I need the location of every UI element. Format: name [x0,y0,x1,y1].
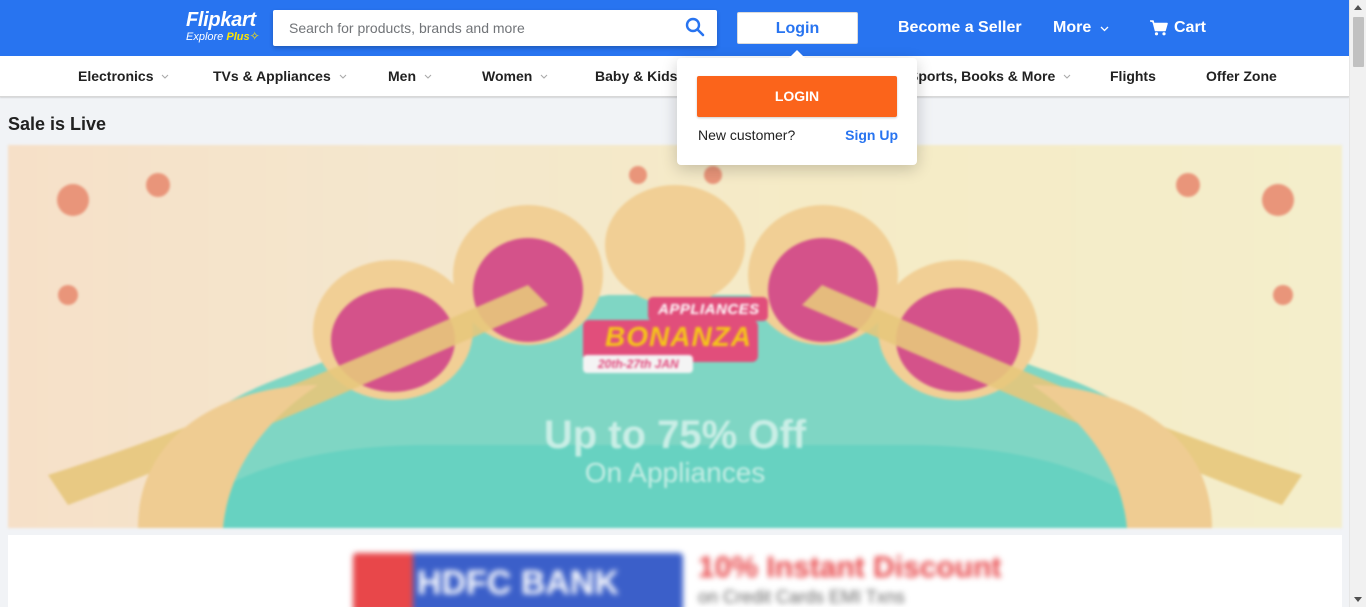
bank-offer-subtext: on Credit Cards EMI Txns [698,587,905,607]
cart-label: Cart [1174,19,1207,36]
chevron-down-icon [424,74,432,79]
bank-logo: HDFC BANK [353,553,683,607]
nav-label: Men [388,68,416,84]
login-dropdown: LOGIN New customer? Sign Up [677,50,917,165]
cart-link[interactable]: Cart [1150,18,1206,38]
chevron-down-icon [1100,18,1109,38]
become-seller-link[interactable]: Become a Seller [898,18,1022,38]
signup-link[interactable]: Sign Up [845,127,898,143]
login-button[interactable]: Login [737,12,858,44]
nav-item-offer-zone[interactable]: Offer Zone [1206,68,1277,84]
nav-label: TVs & Appliances [213,68,331,84]
nav-item-electronics[interactable]: Electronics [78,68,169,84]
logo-subtext: Explore Plus✧ [186,30,260,44]
chevron-down-icon [162,74,169,79]
nav-item-tvs-appliances[interactable]: TVs & Appliances [213,68,347,84]
banner-offer: Up to 75% Off [543,413,807,457]
banner-tag-big: BONANZA [605,321,752,352]
category-nav: Electronics TVs & Appliances Men Women B… [0,56,1349,97]
nav-item-women[interactable]: Women [482,68,548,84]
nav-label: Sports, Books & More [909,68,1056,84]
logo-plus: Plus [226,31,250,43]
chevron-down-icon [1063,74,1071,79]
scroll-thumb[interactable] [1353,17,1364,67]
banner-subtitle: On Appliances [584,457,766,488]
nav-item-flights[interactable]: Flights [1110,68,1156,84]
search-input[interactable] [273,10,663,46]
search-icon[interactable] [685,17,707,39]
chevron-down-icon [540,74,548,79]
bank-offer-text: 10% Instant Discount [698,551,1002,584]
banner-tag-small: APPLIANCES [658,301,760,318]
more-label: More [1053,19,1092,37]
nav-label: Electronics [78,68,154,84]
nav-item-sports-books[interactable]: Sports, Books & More [909,68,1071,84]
flipkart-logo[interactable]: Flipkart Explore Plus✧ [186,10,260,44]
nav-label: Baby & Kids [595,68,678,84]
logo-text: Flipkart [186,9,256,31]
top-header: Flipkart Explore Plus✧ Login Become a Se… [0,0,1349,56]
bank-name: HDFC BANK [416,564,620,602]
logo-explore: Explore [186,31,224,43]
sale-banner[interactable]: APPLIANCES BONANZA 20th-27th JAN Up to 7… [8,145,1342,528]
nav-label: Offer Zone [1206,68,1277,84]
page-scrollbar[interactable] [1349,0,1366,607]
bank-logo-mark [353,553,413,607]
nav-label: Women [482,68,533,84]
new-customer-label: New customer? [698,127,796,143]
search-bar [273,10,717,46]
nav-item-men[interactable]: Men [388,68,432,84]
more-menu[interactable]: More [1053,18,1109,38]
scroll-down-arrow-icon[interactable] [1354,597,1362,602]
banner-dates: 20th-27th JAN [598,357,679,371]
bank-offer-banner[interactable]: HDFC BANK 10% Instant Discount on Credit… [8,535,1342,607]
bank-offer-content: HDFC BANK 10% Instant Discount on Credit… [8,535,1342,607]
cart-icon [1150,20,1168,36]
chevron-down-icon [339,74,347,79]
scroll-up-arrow-icon[interactable] [1354,5,1362,10]
plus-icon: ✧ [249,29,260,43]
dropdown-login-button[interactable]: LOGIN [697,76,897,117]
nav-label: Flights [1110,68,1156,84]
sale-title: Sale is Live [8,114,107,134]
